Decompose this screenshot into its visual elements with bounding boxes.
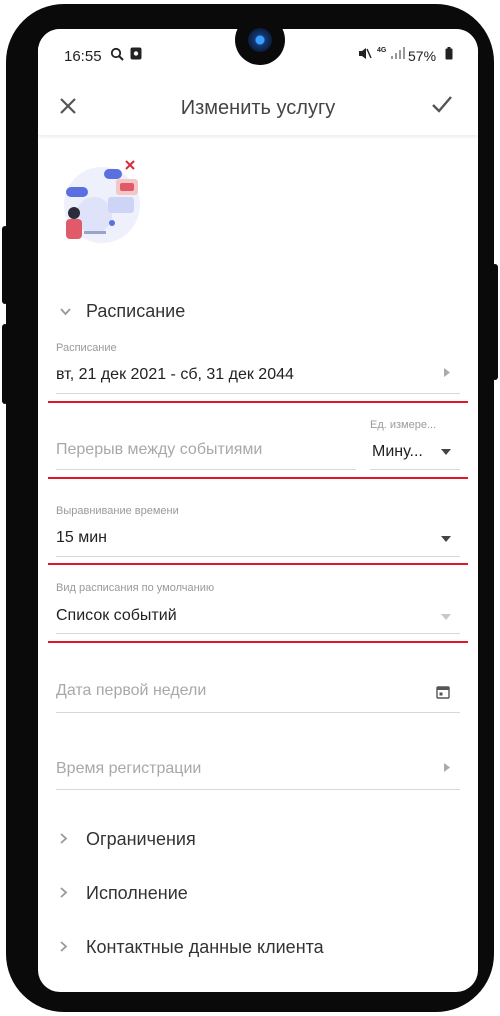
volume-button: [2, 226, 8, 304]
network-type-icon: 4G: [377, 47, 387, 54]
chevron-down-icon: [60, 304, 86, 319]
chevron-right-icon: [60, 886, 86, 901]
execution-section-header[interactable]: Исполнение: [60, 883, 188, 904]
break-unit-label: Ед. измере...: [370, 419, 437, 431]
battery-percent: 57%: [408, 48, 437, 64]
camera-notification-icon: [130, 47, 142, 63]
chevron-right-icon: [60, 832, 86, 847]
chevron-right-icon: [60, 940, 86, 955]
caret-right-icon: [444, 763, 450, 775]
side-button: [492, 264, 498, 380]
limits-section-header[interactable]: Ограничения: [60, 829, 196, 850]
view-label: Вид расписания по умолчанию: [56, 582, 215, 594]
limits-section-label: Ограничения: [86, 829, 196, 849]
phone-frame: 16:55 4G 57% Изменить услугу Расписание …: [2, 4, 498, 1012]
field-underline: [56, 633, 460, 634]
field-underline: [56, 469, 356, 470]
app-screen: 16:55 4G 57% Изменить услугу Расписание …: [38, 29, 478, 992]
status-time: 16:55: [64, 48, 102, 65]
app-bar: Изменить услугу: [38, 85, 478, 135]
break-unit-value: Мину...: [372, 443, 423, 460]
schedule-field-value: вт, 21 дек 2021 - сб, 31 дек 2044: [56, 366, 294, 383]
alignment-label: Выравнивание времени: [56, 505, 179, 517]
red-highlight-line: [48, 477, 468, 479]
battery-icon: [445, 47, 453, 63]
red-highlight-line: [48, 641, 468, 643]
service-illustration: [54, 157, 144, 247]
mute-icon: [358, 47, 372, 63]
first-week-placeholder: Дата первой недели: [56, 682, 207, 699]
contacts-section-header[interactable]: Контактные данные клиента: [60, 937, 324, 958]
alignment-value: 15 мин: [56, 529, 108, 546]
execution-section-label: Исполнение: [86, 883, 188, 903]
dropdown-arrow-icon: [441, 446, 451, 458]
field-underline: [56, 712, 460, 713]
power-button: [2, 324, 8, 404]
calendar-icon[interactable]: [436, 685, 450, 704]
break-field-placeholder: Перерыв между событиями: [56, 441, 263, 458]
red-highlight-line: [48, 401, 468, 403]
registration-placeholder: Время регистрации: [56, 760, 202, 777]
page-title: Изменить услугу: [180, 97, 336, 119]
red-highlight-line: [48, 563, 468, 565]
search-icon: [110, 47, 124, 64]
schedule-section-label: Расписание: [86, 301, 186, 321]
field-underline: [370, 469, 460, 470]
schedule-section-header[interactable]: Расписание: [60, 301, 185, 322]
field-underline: [56, 789, 460, 790]
view-value: Список событий: [56, 607, 177, 624]
dropdown-arrow-icon: [441, 533, 451, 545]
field-underline: [56, 556, 460, 557]
save-check-icon[interactable]: [430, 93, 454, 122]
front-camera: [235, 15, 285, 65]
contacts-section-label: Контактные данные клиента: [86, 937, 324, 957]
schedule-field-label: Расписание: [56, 342, 117, 354]
field-underline: [56, 393, 460, 394]
signal-icon: [391, 47, 405, 62]
caret-right-icon: [444, 368, 450, 380]
dropdown-arrow-icon: [441, 611, 451, 623]
